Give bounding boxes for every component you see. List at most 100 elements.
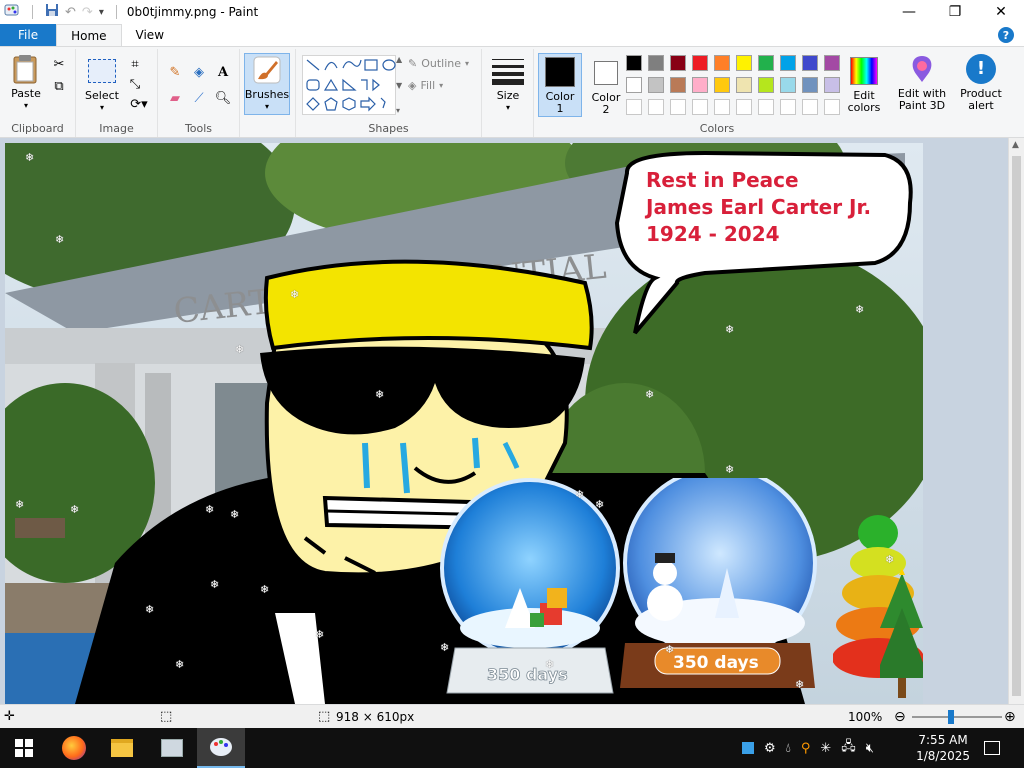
paint-taskbar-icon[interactable] bbox=[197, 728, 245, 768]
palette-color[interactable] bbox=[802, 77, 818, 93]
outline-icon: ✎ bbox=[408, 57, 418, 70]
clock[interactable]: 7:55 AM 1/8/2025 bbox=[916, 732, 970, 764]
shapes-gallery[interactable] bbox=[302, 55, 396, 115]
start-button[interactable] bbox=[0, 728, 48, 768]
palette-custom-slot[interactable] bbox=[736, 99, 752, 115]
notifications-icon[interactable] bbox=[970, 728, 1014, 768]
firefox-icon[interactable] bbox=[50, 728, 98, 768]
clipboard-group: Paste ▾ ✂ ⧉ Clipboard bbox=[0, 49, 76, 137]
magnifier-icon[interactable]: 🔍︎ bbox=[214, 89, 232, 107]
redo-icon[interactable]: ↷ bbox=[82, 5, 93, 20]
palette-color[interactable] bbox=[648, 55, 664, 71]
palette-custom-slot[interactable] bbox=[824, 99, 840, 115]
palette-custom-slot[interactable] bbox=[714, 99, 730, 115]
text-tool-icon[interactable]: A bbox=[214, 63, 232, 81]
snowflake-icon: ❄ bbox=[210, 578, 220, 591]
palette-color[interactable] bbox=[824, 77, 840, 93]
customize-toolbar-icon[interactable]: ▾ bbox=[99, 7, 104, 18]
palette-color[interactable] bbox=[802, 55, 818, 71]
palette-custom-slot[interactable] bbox=[802, 99, 818, 115]
palette-color[interactable] bbox=[692, 77, 708, 93]
palette-color[interactable] bbox=[626, 55, 642, 71]
palette-custom-slot[interactable] bbox=[670, 99, 686, 115]
snowflake-icon: ❄ bbox=[205, 503, 215, 516]
palette-custom-slot[interactable] bbox=[758, 99, 774, 115]
palette-color[interactable] bbox=[736, 55, 752, 71]
resize-icon[interactable]: ⤡ bbox=[126, 75, 144, 93]
drawing-canvas[interactable]: CARTER PRESIDENTIAL bbox=[5, 143, 923, 704]
rotate-icon[interactable]: ⟳▾ bbox=[126, 95, 152, 113]
file-explorer-icon[interactable] bbox=[98, 728, 146, 768]
tray-app-icon[interactable] bbox=[742, 742, 754, 754]
size-group: Size ▾ bbox=[482, 49, 534, 137]
palette-color[interactable] bbox=[780, 77, 796, 93]
zoom-out-icon[interactable]: ⊖ bbox=[894, 709, 906, 725]
edit-with-paint3d-button[interactable]: Edit with Paint 3D bbox=[894, 53, 950, 112]
outline-button[interactable]: ✎ Outline ▾ bbox=[408, 57, 469, 70]
palette-color[interactable] bbox=[670, 55, 686, 71]
tray-snowflake-icon[interactable]: ✳ bbox=[820, 741, 831, 756]
copy-icon[interactable]: ⧉ bbox=[50, 77, 68, 95]
select-button[interactable]: Select ▾ bbox=[82, 55, 122, 114]
close-icon[interactable]: ✕ bbox=[978, 0, 1024, 24]
cut-icon[interactable]: ✂ bbox=[50, 55, 68, 73]
zoom-slider-thumb[interactable] bbox=[948, 710, 954, 724]
palette-color[interactable] bbox=[736, 77, 752, 93]
shapes-group-label: Shapes bbox=[368, 122, 409, 135]
app-icon[interactable] bbox=[148, 728, 196, 768]
tab-file[interactable]: File bbox=[0, 24, 57, 46]
eraser-icon[interactable]: ▰ bbox=[166, 89, 184, 107]
palette-color[interactable] bbox=[714, 77, 730, 93]
scroll-thumb[interactable] bbox=[1012, 156, 1021, 696]
palette-color[interactable] bbox=[758, 77, 774, 93]
pencil-icon[interactable]: ✎ bbox=[166, 63, 184, 81]
palette-color[interactable] bbox=[692, 55, 708, 71]
globe-left-text: 350 days bbox=[487, 665, 568, 684]
palette-color[interactable] bbox=[780, 55, 796, 71]
palette-color[interactable] bbox=[824, 55, 840, 71]
selection-size-icon: ⬚ bbox=[160, 709, 173, 724]
fill-button[interactable]: ◈ Fill ▾ bbox=[408, 79, 443, 92]
size-button[interactable]: Size ▾ bbox=[488, 55, 528, 114]
colors-group-label: Colors bbox=[699, 122, 735, 135]
zoom-slider[interactable] bbox=[912, 716, 1002, 718]
scroll-up-icon[interactable]: ▲ bbox=[1012, 140, 1019, 150]
tab-home[interactable]: Home bbox=[56, 24, 122, 46]
volume-muted-icon[interactable]: 🔇︎ bbox=[866, 741, 874, 756]
crop-icon[interactable]: ⌗ bbox=[126, 55, 144, 73]
maximize-icon[interactable]: ❐ bbox=[932, 0, 978, 24]
tab-view[interactable]: View bbox=[122, 24, 178, 46]
paste-button[interactable]: Paste ▾ bbox=[8, 53, 44, 112]
zoom-in-icon[interactable]: ⊕ bbox=[1004, 709, 1016, 725]
product-alert-button[interactable]: ! Product alert bbox=[956, 53, 1006, 112]
snow-globe-right: 350 days bbox=[620, 478, 817, 688]
palette-color[interactable] bbox=[670, 77, 686, 93]
tray-drop-icon[interactable]: 💧︎ bbox=[786, 741, 791, 756]
palette-custom-slot[interactable] bbox=[626, 99, 642, 115]
network-icon[interactable]: 🖧︎ bbox=[841, 737, 856, 759]
palette-custom-slot[interactable] bbox=[692, 99, 708, 115]
save-icon[interactable] bbox=[45, 3, 59, 21]
palette-custom-slot[interactable] bbox=[648, 99, 664, 115]
shapes-scroll[interactable]: ▲ ▼ ▾ bbox=[396, 55, 406, 115]
palette-color[interactable] bbox=[714, 55, 730, 71]
color2-button[interactable]: Color 2 bbox=[586, 53, 626, 116]
tray-network-app-icon[interactable]: ⚙ bbox=[764, 741, 776, 756]
vertical-scrollbar[interactable]: ▲ bbox=[1008, 138, 1024, 704]
palette-color[interactable] bbox=[626, 77, 642, 93]
color-picker-icon[interactable]: ⟋ bbox=[190, 89, 208, 107]
bubble-line-1: Rest in Peace bbox=[646, 168, 799, 192]
undo-icon[interactable]: ↶ bbox=[65, 5, 76, 20]
palette-color[interactable] bbox=[648, 77, 664, 93]
paint-app-icon bbox=[4, 2, 20, 22]
color1-button[interactable]: Color 1 bbox=[538, 53, 582, 117]
palette-color[interactable] bbox=[758, 55, 774, 71]
help-icon[interactable]: ? bbox=[998, 27, 1014, 43]
fill-bucket-icon[interactable]: ◈ bbox=[190, 63, 208, 81]
edit-colors-button[interactable]: Edit colors bbox=[842, 55, 886, 114]
brushes-button[interactable]: Brushes ▾ bbox=[244, 53, 290, 115]
tray-search-icon[interactable]: ⚲ bbox=[801, 741, 811, 756]
minimize-icon[interactable]: — bbox=[886, 0, 932, 24]
shapes-group: ▲ ▼ ▾ ✎ Outline ▾ ◈ Fill ▾ Shapes bbox=[296, 49, 482, 137]
palette-custom-slot[interactable] bbox=[780, 99, 796, 115]
